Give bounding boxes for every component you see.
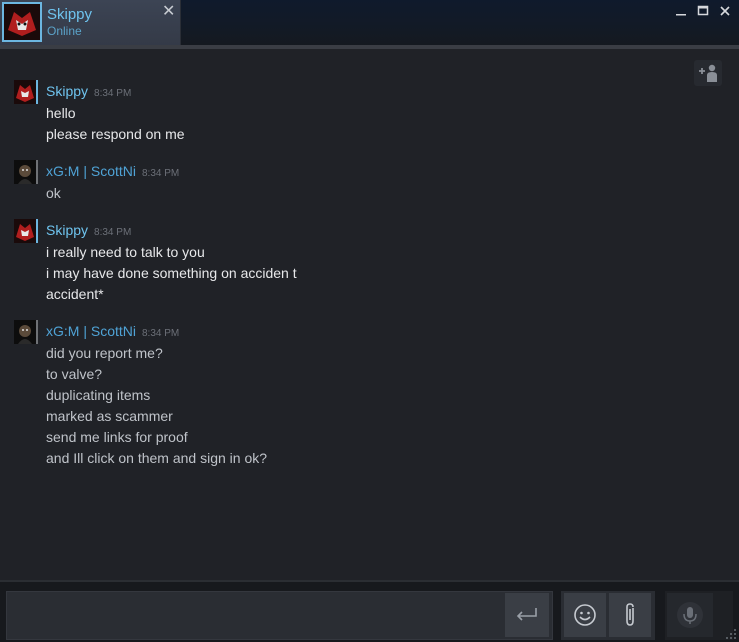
maximize-icon[interactable] — [695, 3, 711, 19]
composer-bar — [0, 580, 739, 642]
chat-tools — [561, 591, 655, 640]
message-line: accident* — [46, 286, 104, 302]
close-icon[interactable] — [717, 3, 733, 19]
timestamp: 8:34 PM — [141, 168, 180, 179]
message-line: i may have done something on acciden t — [46, 265, 297, 281]
message-header: Skippy 8:34 PM — [46, 222, 131, 240]
smiley-icon — [574, 604, 596, 626]
avatar[interactable] — [14, 219, 38, 243]
sender-name[interactable]: Skippy — [46, 83, 88, 99]
message-body: hello please respond on me — [46, 103, 185, 145]
sender-name[interactable]: xG:M | ScottNi — [46, 323, 136, 339]
message-line: ok — [46, 185, 61, 201]
tab-close-icon[interactable]: ✕ — [162, 4, 175, 20]
avatar — [2, 2, 42, 42]
add-friend-icon — [699, 64, 717, 82]
voice-chat-button[interactable] — [667, 593, 713, 637]
emoticon-button[interactable] — [564, 593, 606, 637]
message-line: and Ill click on them and sign in ok? — [46, 450, 268, 466]
avatar[interactable] — [14, 80, 38, 104]
enter-icon — [516, 608, 537, 621]
add-friend-button[interactable] — [694, 60, 722, 86]
title-bar: Skippy Online ✕ — [0, 0, 739, 48]
timestamp: 8:34 PM — [94, 227, 132, 238]
avatar[interactable] — [14, 160, 38, 184]
message-line: i really need to talk to you — [46, 244, 205, 260]
minimize-icon[interactable] — [673, 3, 689, 19]
paperclip-icon — [626, 603, 634, 626]
message-header: xG:M | ScottNi 8:34 PM — [46, 323, 179, 341]
message-line: send me links for proof — [46, 429, 188, 445]
tab-friend-status: Online — [47, 24, 82, 38]
resize-grip-icon[interactable] — [725, 628, 737, 640]
message-body: ok — [46, 183, 61, 204]
voice-tools — [665, 591, 733, 640]
chat-tab-skippy[interactable]: Skippy Online ✕ — [0, 0, 181, 46]
message-body: i really need to talk to you i may have … — [46, 242, 297, 305]
message-line: did you report me? — [46, 345, 163, 361]
send-button[interactable] — [505, 593, 549, 637]
message-header: xG:M | ScottNi 8:34 PM — [46, 163, 179, 181]
timestamp: 8:34 PM — [94, 88, 132, 99]
window-controls — [673, 3, 733, 19]
message-header: Skippy 8:34 PM — [46, 83, 131, 101]
message-input[interactable] — [6, 591, 553, 640]
message-line: hello — [46, 105, 76, 121]
sender-name[interactable]: Skippy — [46, 222, 88, 238]
attach-button[interactable] — [609, 593, 651, 637]
avatar[interactable] — [14, 320, 38, 344]
timestamp: 8:34 PM — [141, 328, 180, 339]
sender-name[interactable]: xG:M | ScottNi — [46, 163, 136, 179]
message-line: to valve? — [46, 366, 103, 382]
skippy-avatar-image — [4, 4, 40, 40]
message-line: please respond on me — [46, 126, 185, 142]
microphone-icon — [677, 602, 703, 628]
tab-friend-name: Skippy — [47, 6, 93, 23]
message-line: duplicating items — [46, 387, 151, 403]
message-line: marked as scammer — [46, 408, 173, 424]
message-body: did you report me? to valve? duplicating… — [46, 343, 267, 469]
